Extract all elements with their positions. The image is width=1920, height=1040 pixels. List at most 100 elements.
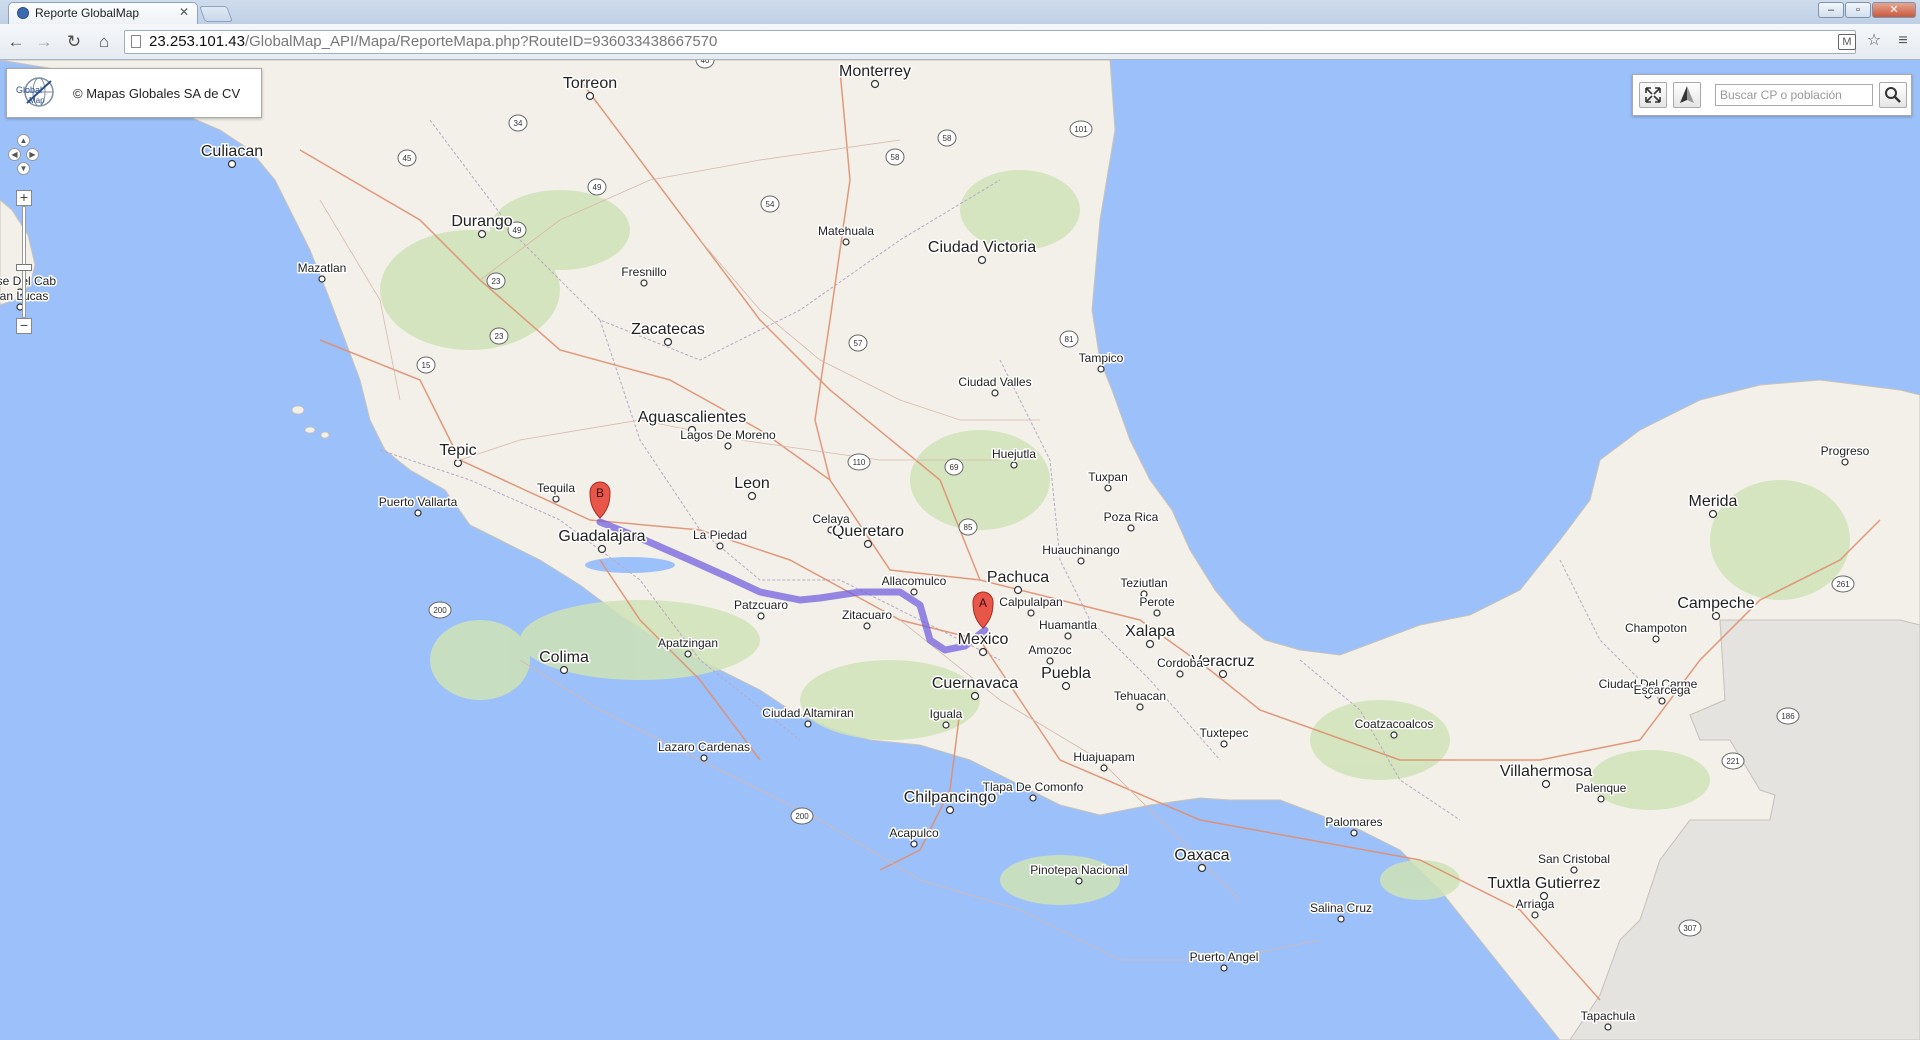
city-dot: [1029, 794, 1037, 802]
zoom-out-button[interactable]: −: [16, 318, 32, 334]
city-dot: [1531, 911, 1539, 919]
city-label-minor: Pinotepa Nacional: [1030, 863, 1127, 877]
city-dot: [1153, 609, 1161, 617]
url-host: 23.253.101.43: [149, 33, 245, 50]
pan-right-button[interactable]: ▶: [26, 148, 39, 161]
city-dot: [227, 159, 237, 169]
highway-shield: 186: [1776, 707, 1800, 725]
city-label-minor: Champoton: [1625, 621, 1687, 635]
city-label-minor: San Cristobal: [1538, 852, 1610, 866]
city-label-major: Ciudad Victoria: [928, 239, 1036, 256]
city-label-major: Guadalajara: [558, 528, 645, 545]
highway-shield: 57: [848, 334, 868, 352]
zoom-slider-handle[interactable]: [16, 264, 32, 271]
city-label-minor: Matehuala: [818, 224, 874, 238]
search-button[interactable]: [1879, 82, 1907, 108]
copyright-text: © Mapas Globales SA de CV: [73, 86, 241, 101]
north-arrow-button[interactable]: [1673, 82, 1701, 108]
city-label-minor: Mazatlan: [298, 261, 347, 275]
city-label-minor: Huejutla: [992, 447, 1036, 461]
city-label-minor: Perote: [1139, 595, 1175, 609]
city-label-major: Durango: [451, 213, 512, 230]
map-attribution-panel: Global Map © Mapas Globales SA de CV: [6, 68, 262, 118]
fullscreen-button[interactable]: [1639, 82, 1667, 108]
back-arrow-icon[interactable]: ←: [6, 32, 26, 52]
highway-shield: 110: [847, 453, 871, 471]
highway-shield: 23: [486, 272, 506, 290]
highway-shield-label: 58: [891, 153, 900, 162]
highway-shield-label: 221: [1726, 757, 1740, 766]
city-label-minor: Cordoba: [1157, 656, 1203, 670]
map-canvas[interactable]: B A 34 40 49 45 49 54 58 58 101 23 23 15 57 81 110 69 85…: [0, 60, 1920, 1040]
title-bar: Reporte GlobalMap ✕ – ▫ ✕: [0, 0, 1920, 24]
tab-close-icon[interactable]: ✕: [179, 5, 189, 19]
highway-shield-label: 200: [795, 812, 809, 821]
city-label-major: Oaxaca: [1174, 847, 1229, 864]
city-label-major: Monterrey: [839, 63, 911, 80]
home-icon[interactable]: ⌂: [94, 32, 114, 52]
city-dot: [1604, 1023, 1612, 1031]
pan-left-button[interactable]: ◀: [8, 148, 21, 161]
close-window-button[interactable]: ✕: [1872, 2, 1916, 18]
city-dot: [1010, 461, 1018, 469]
browser-toolbar: ← → ↻ ⌂ 23.253.101.43/GlobalMap_API/Mapa…: [0, 24, 1920, 60]
city-dot: [870, 79, 880, 89]
logo-text-global: Global: [16, 85, 42, 95]
city-dot: [559, 665, 569, 675]
highway-shield: 45: [397, 149, 417, 167]
forward-arrow-icon[interactable]: →: [34, 32, 54, 52]
city-label-minor: Tuxtepec: [1200, 726, 1249, 740]
city-label-major: Leon: [734, 475, 770, 492]
city-dot: [991, 389, 999, 397]
city-label-minor: La Piedad: [693, 528, 747, 542]
search-input[interactable]: [1715, 84, 1873, 106]
highway-shield: 81: [1059, 330, 1079, 348]
highway-shield-label: 101: [1074, 125, 1088, 134]
highway-shield: 49: [587, 178, 607, 196]
city-dot: [1064, 632, 1072, 640]
city-dot: [724, 442, 732, 450]
highway-shield: 200: [790, 807, 814, 825]
browser-window: Reporte GlobalMap ✕ – ▫ ✕ ← → ↻ ⌂ 23.253…: [0, 0, 1920, 1040]
highway-shield-label: 49: [593, 183, 602, 192]
zoom-slider-track[interactable]: [22, 206, 26, 318]
highway-shield-label: 186: [1781, 712, 1795, 721]
city-dot: [970, 691, 980, 701]
city-dot: [1100, 764, 1108, 772]
city-dot: [1197, 863, 1207, 873]
marker-b-label: B: [596, 486, 604, 500]
reload-icon[interactable]: ↻: [64, 32, 84, 52]
city-dot: [700, 754, 708, 762]
map-svg: B A 34 40 49 45 49 54 58 58 101 23 23 15 57 81 110 69 85…: [0, 60, 1920, 1040]
new-tab-button[interactable]: [199, 6, 233, 22]
bookmark-star-icon[interactable]: ☆: [1864, 31, 1884, 51]
highway-shield-label: 57: [854, 339, 863, 348]
tab-reporte-globalmap[interactable]: Reporte GlobalMap ✕: [8, 2, 198, 24]
menu-icon[interactable]: ≡: [1893, 31, 1913, 51]
city-label-minor: Acapulco: [889, 826, 939, 840]
minimize-button[interactable]: –: [1818, 2, 1844, 18]
city-dot: [1176, 670, 1184, 678]
highway-shield-label: 15: [422, 361, 431, 370]
city-label-major: Torreon: [563, 75, 617, 92]
maximize-button[interactable]: ▫: [1845, 2, 1871, 18]
highway-shield-label: 34: [514, 119, 523, 128]
zoom-in-button[interactable]: +: [16, 190, 32, 206]
page-favicon-icon: [17, 7, 29, 19]
highway-shield-label: 58: [943, 134, 952, 143]
city-dot: [942, 721, 950, 729]
city-label-major: Campeche: [1677, 595, 1754, 612]
pan-down-button[interactable]: ▼: [17, 162, 30, 175]
city-dot: [1337, 915, 1345, 923]
city-label-major: Culiacan: [201, 143, 263, 160]
highway-shield: 58: [885, 148, 905, 166]
extension-icon[interactable]: M: [1838, 34, 1856, 50]
city-dot: [1046, 657, 1054, 665]
highway-shield: 23: [489, 327, 509, 345]
city-dot: [977, 255, 987, 265]
city-label-major: Zacatecas: [631, 321, 705, 338]
pan-up-button[interactable]: ▲: [17, 134, 30, 147]
address-bar[interactable]: 23.253.101.43/GlobalMap_API/Mapa/Reporte…: [124, 30, 1856, 54]
city-label-minor: Tampico: [1079, 351, 1124, 365]
highway-shield-label: 23: [492, 277, 501, 286]
